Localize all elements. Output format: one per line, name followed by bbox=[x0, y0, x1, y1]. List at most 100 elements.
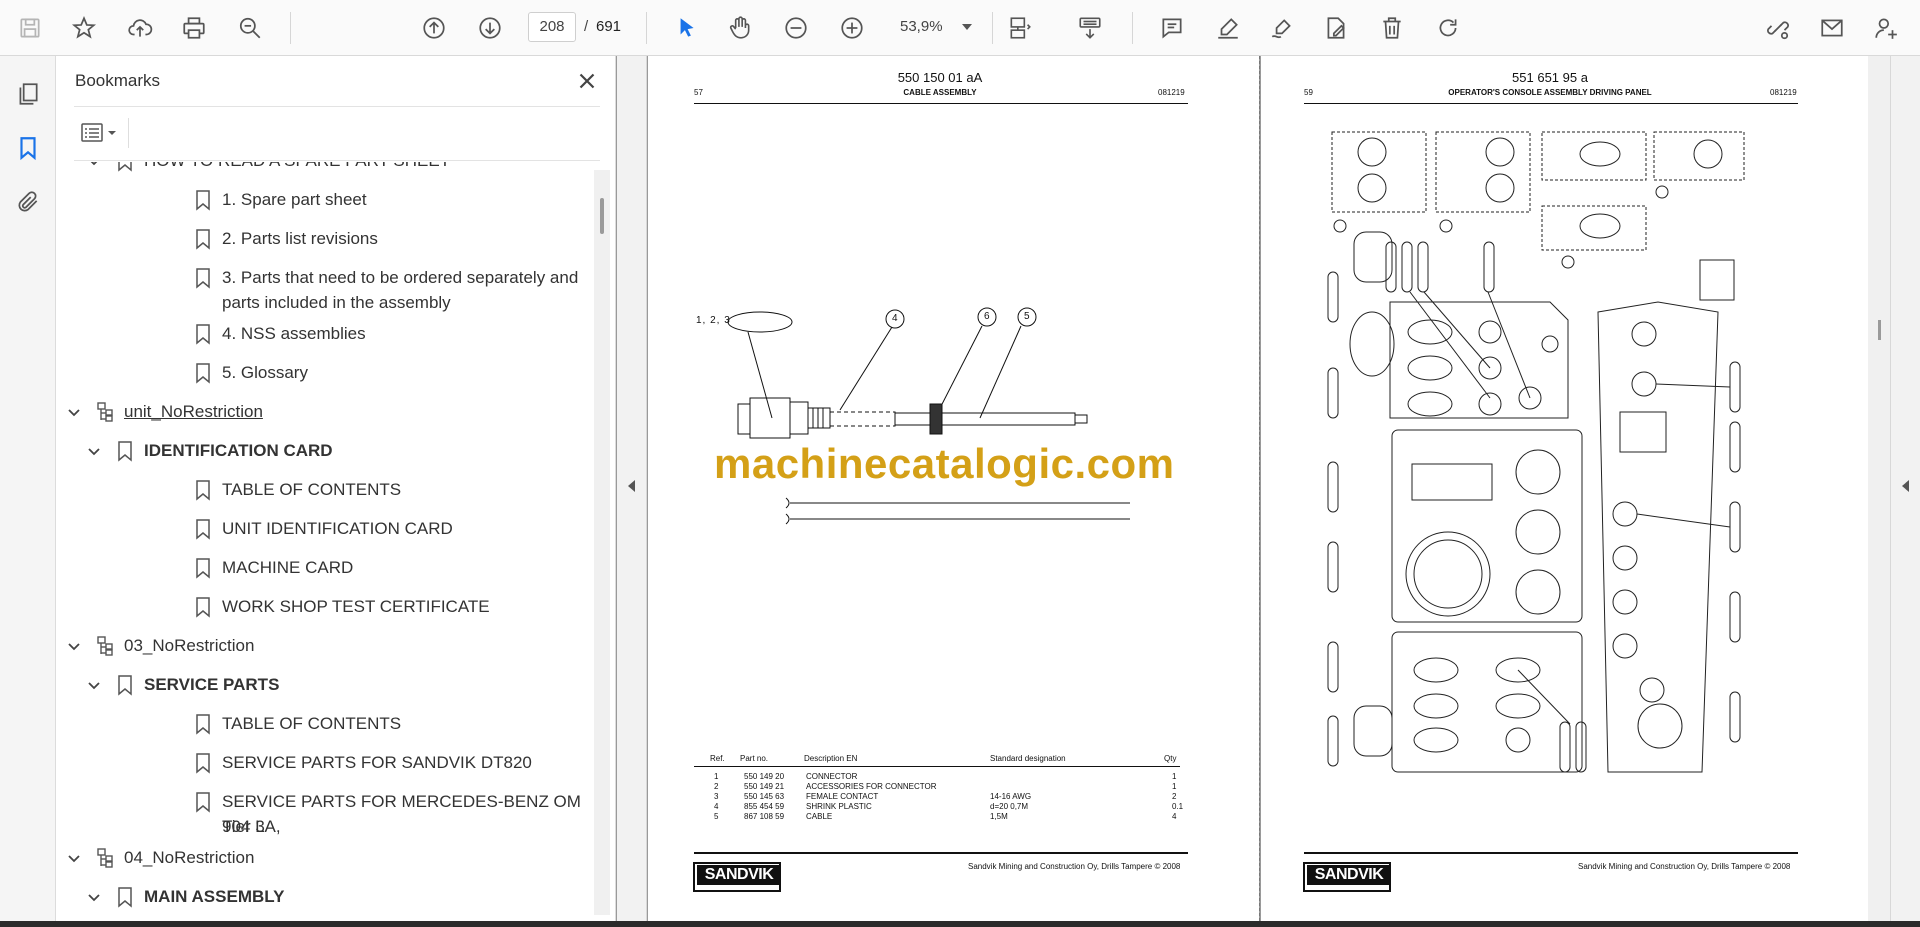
structure-icon bbox=[97, 402, 113, 422]
chevron-down-icon[interactable] bbox=[66, 639, 82, 655]
next-page-icon[interactable] bbox=[472, 10, 508, 46]
print-icon[interactable] bbox=[176, 10, 212, 46]
bookmark-item[interactable]: UNIT IDENTIFICATION CARD bbox=[56, 516, 586, 546]
comment-icon[interactable] bbox=[1154, 10, 1190, 46]
document-scrollbar[interactable] bbox=[1868, 56, 1890, 921]
zoom-in-icon[interactable] bbox=[834, 10, 870, 46]
highlight-pen-icon[interactable] bbox=[1210, 10, 1246, 46]
bookmarks-panel-icon[interactable] bbox=[10, 130, 46, 166]
share-link-icon[interactable] bbox=[1760, 10, 1796, 46]
bookmark-item[interactable]: 04_NoRestriction bbox=[56, 845, 586, 875]
keyboard-scroll-icon[interactable] bbox=[1072, 10, 1108, 46]
bookmark-item[interactable]: IDENTIFICATION CARD bbox=[56, 438, 586, 468]
star-icon[interactable] bbox=[66, 10, 102, 46]
chevron-down-icon[interactable] bbox=[86, 162, 102, 170]
right-panel-strip[interactable] bbox=[1890, 56, 1920, 921]
zoom-search-icon[interactable] bbox=[232, 10, 268, 46]
hand-tool-icon[interactable] bbox=[722, 10, 758, 46]
page-total: 691 bbox=[596, 18, 622, 35]
cable-assembly-drawing bbox=[727, 307, 1130, 525]
table-cell: ACCESSORIES FOR CONNECTOR bbox=[806, 782, 937, 791]
chevron-down-icon[interactable] bbox=[66, 405, 82, 421]
bookmark-item[interactable]: 03_NoRestriction bbox=[56, 633, 586, 663]
navigation-rail bbox=[0, 56, 56, 921]
parts-table-header: Ref. Part no. Description EN Standard de… bbox=[710, 754, 1177, 763]
chevron-down-icon[interactable] bbox=[86, 890, 102, 906]
bookmark-label: MAIN ASSEMBLY bbox=[144, 887, 285, 906]
bookmark-item[interactable]: SERVICE PARTS FOR SANDVIK DT820 bbox=[56, 750, 586, 780]
page-number-input[interactable]: 208 bbox=[528, 12, 576, 42]
bookmark-item[interactable]: unit_NoRestriction bbox=[56, 399, 586, 429]
bookmark-options-button[interactable] bbox=[76, 118, 128, 148]
previous-page-icon[interactable] bbox=[416, 10, 452, 46]
bookmark-icon bbox=[196, 268, 210, 289]
right-page-date: 081219 bbox=[1770, 88, 1797, 97]
left-page-date: 081219 bbox=[1158, 88, 1185, 97]
bookmark-label: 2. Parts list revisions bbox=[222, 229, 378, 248]
table-cell: FEMALE CONTACT bbox=[806, 792, 879, 801]
bookmark-item[interactable]: SERVICE PARTS FOR MERCEDES-BENZ OM 904 L… bbox=[56, 789, 586, 845]
bookmark-icon bbox=[196, 324, 210, 345]
page-fit-icon[interactable] bbox=[1002, 10, 1038, 46]
delete-trash-icon[interactable] bbox=[1374, 10, 1410, 46]
bookmark-item[interactable]: TABLE OF CONTENTS bbox=[56, 711, 586, 741]
expand-right-panel-icon[interactable] bbox=[1902, 480, 1909, 492]
bookmark-item[interactable]: 5. Glossary bbox=[56, 360, 586, 390]
bookmark-icon bbox=[118, 675, 132, 696]
bookmarks-scrollbar[interactable] bbox=[594, 170, 610, 915]
bookmark-icon bbox=[118, 441, 132, 462]
add-user-icon[interactable] bbox=[1868, 10, 1904, 46]
bookmark-icon bbox=[196, 558, 210, 579]
edit-text-icon[interactable] bbox=[1318, 10, 1354, 46]
zoom-dropdown-caret-icon[interactable] bbox=[962, 24, 972, 30]
watermark: machinecatalogic.com bbox=[714, 440, 1175, 487]
collapse-left-icon[interactable] bbox=[628, 480, 635, 492]
bookmark-item[interactable]: TABLE OF CONTENTS bbox=[56, 477, 586, 507]
bookmark-item[interactable]: 4. NSS assemblies bbox=[56, 321, 586, 351]
draw-icon[interactable] bbox=[1264, 10, 1300, 46]
bookmarks-scroll-thumb[interactable] bbox=[600, 198, 604, 234]
table-cell: 1,5M bbox=[990, 812, 1008, 821]
page-thumbnails-icon[interactable] bbox=[10, 76, 46, 112]
table-cell: 3 bbox=[714, 792, 719, 801]
table-cell: 867 108 59 bbox=[744, 812, 785, 821]
bookmark-label: UNIT IDENTIFICATION CARD bbox=[222, 519, 453, 538]
bookmark-item[interactable]: HOW TO READ A SPARE PART SHEET bbox=[56, 162, 586, 178]
bookmark-item[interactable]: MAIN ASSEMBLY bbox=[56, 884, 586, 914]
document-scroll-thumb[interactable] bbox=[1878, 320, 1881, 340]
right-doc-number: 551 651 95 a bbox=[1512, 70, 1588, 85]
table-cell: 4 bbox=[714, 802, 719, 811]
bookmark-item[interactable]: WORK SHOP TEST CERTIFICATE bbox=[56, 594, 586, 624]
select-cursor-icon[interactable] bbox=[668, 10, 704, 46]
table-cell: SHRINK PLASTIC bbox=[806, 802, 872, 811]
bookmark-icon bbox=[196, 792, 210, 813]
table-cell: CONNECTOR bbox=[806, 772, 858, 781]
table-cell: 550 149 20 bbox=[744, 772, 785, 781]
bookmarks-title: Bookmarks bbox=[75, 71, 161, 90]
bookmark-label: TABLE OF CONTENTS bbox=[222, 714, 402, 733]
bookmark-item[interactable]: 2. Parts list revisions bbox=[56, 226, 586, 256]
callout-4: 4 bbox=[892, 313, 898, 324]
save-icon[interactable] bbox=[12, 10, 48, 46]
bookmark-item[interactable]: MACHINE CARD bbox=[56, 555, 586, 585]
collapse-panel-strip[interactable] bbox=[617, 56, 647, 921]
redo-icon[interactable] bbox=[1430, 10, 1466, 46]
email-icon[interactable] bbox=[1814, 10, 1850, 46]
chevron-down-icon[interactable] bbox=[66, 851, 82, 867]
bookmark-label: SERVICE PARTS FOR MERCEDES-BENZ OM 904 L… bbox=[222, 792, 581, 836]
bookmark-label-continued: Tier 3 bbox=[222, 817, 265, 836]
chevron-down-icon[interactable] bbox=[86, 678, 102, 694]
bookmark-item[interactable]: SERVICE PARTS bbox=[56, 672, 586, 702]
upload-cloud-icon[interactable] bbox=[122, 10, 158, 46]
bookmark-item[interactable]: 3. Parts that need to be ordered separat… bbox=[56, 265, 586, 321]
bookmark-label: MACHINE CARD bbox=[222, 558, 354, 577]
zoom-out-icon[interactable] bbox=[778, 10, 814, 46]
attachments-icon[interactable] bbox=[10, 184, 46, 220]
bookmark-label: 4. NSS assemblies bbox=[222, 324, 366, 343]
close-icon[interactable] bbox=[574, 68, 600, 94]
bookmark-label: 03_NoRestriction bbox=[124, 636, 255, 655]
bookmark-item[interactable]: 1. Spare part sheet bbox=[56, 187, 586, 217]
table-cell: 5 bbox=[714, 812, 719, 821]
chevron-down-icon[interactable] bbox=[86, 444, 102, 460]
left-page-number: 57 bbox=[694, 88, 703, 97]
